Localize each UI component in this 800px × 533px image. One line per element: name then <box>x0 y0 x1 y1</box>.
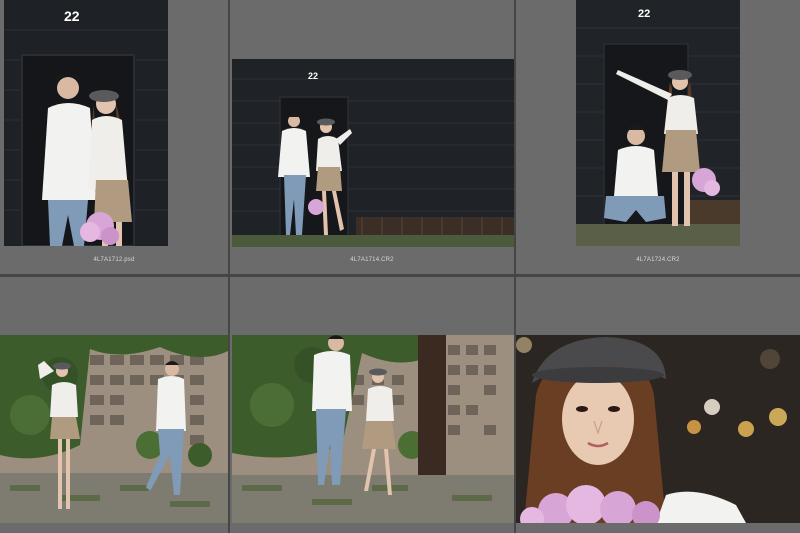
grid-cell-6[interactable] <box>516 277 800 533</box>
photo-thumbnail-1[interactable]: 22 <box>4 0 168 246</box>
photo-thumbnail-6[interactable] <box>516 335 800 523</box>
grid-cell-2[interactable]: 22 4L7A1714.CR2 <box>230 0 514 274</box>
photo-thumbnail-5[interactable] <box>232 335 514 523</box>
filename-label: 4L7A1714.CR2 <box>350 257 394 263</box>
thumbnail-grid: 22 4L7A1712.psd 22 4L7A1714.CR2 22 4L7A1… <box>0 0 800 533</box>
door-number: 22 <box>308 71 319 81</box>
door-number: 22 <box>64 8 80 24</box>
photo-thumbnail-4[interactable] <box>0 335 228 523</box>
filename-label: 4L7A1724.CR2 <box>636 257 680 263</box>
grid-cell-1[interactable]: 22 4L7A1712.psd <box>0 0 228 274</box>
filename-label: 4L7A1712.psd <box>93 257 135 263</box>
grid-cell-4[interactable] <box>0 277 228 533</box>
grid-cell-3[interactable]: 22 4L7A1724.CR2 <box>516 0 800 274</box>
door-number: 22 <box>638 8 651 20</box>
grid-cell-5[interactable] <box>230 277 514 533</box>
photo-thumbnail-2[interactable]: 22 <box>232 59 514 247</box>
photo-thumbnail-3[interactable]: 22 <box>576 0 740 246</box>
